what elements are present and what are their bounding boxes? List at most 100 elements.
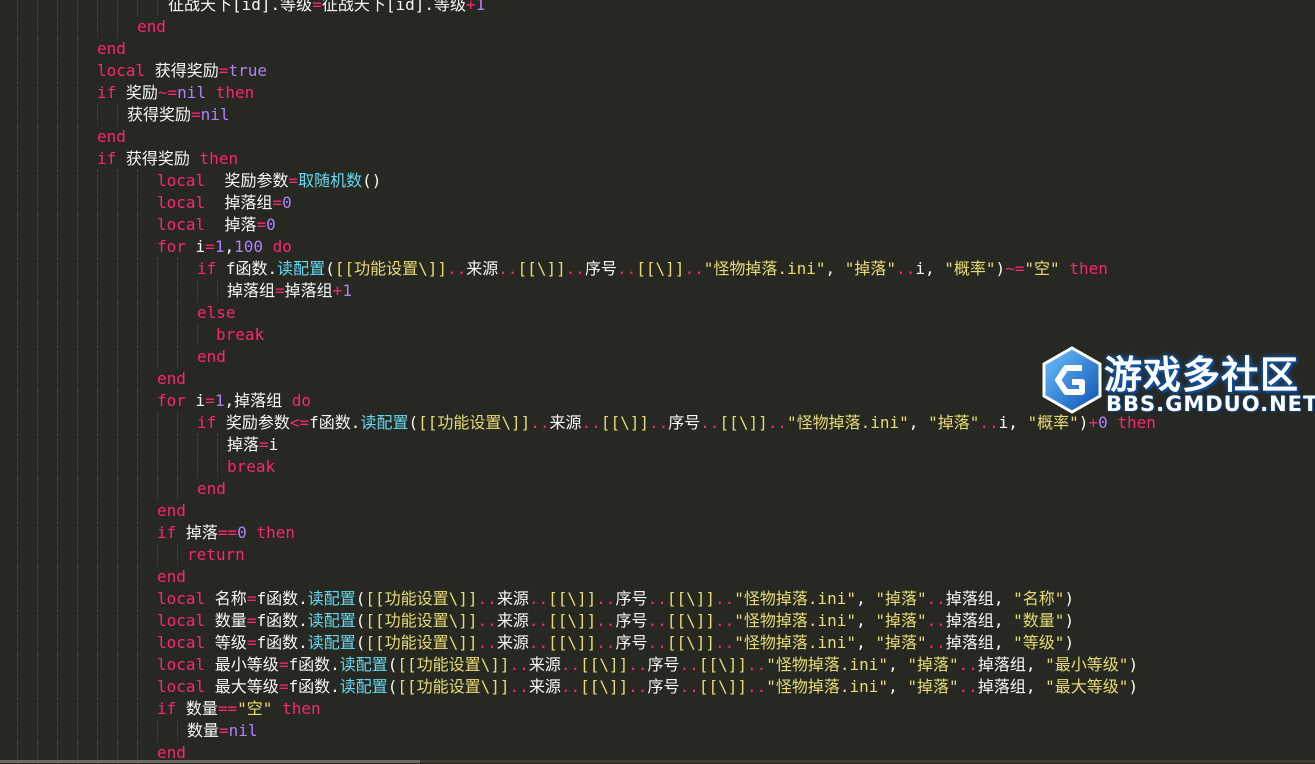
code-token: 来源 bbox=[496, 633, 529, 652]
indent-guide bbox=[157, 346, 158, 368]
indent-guide bbox=[177, 478, 178, 500]
indent-guide bbox=[97, 412, 98, 434]
code-token: i, bbox=[915, 259, 945, 278]
code-line[interactable]: if 数量=="空" then bbox=[0, 698, 1315, 720]
code-line[interactable]: if 奖励~=nil then bbox=[0, 82, 1315, 104]
code-token: break bbox=[216, 325, 265, 344]
indent-guide bbox=[37, 390, 38, 412]
indent-guide bbox=[17, 148, 18, 170]
code-token: 序号 bbox=[615, 611, 648, 630]
code-token: then bbox=[282, 699, 321, 718]
code-token: 0 bbox=[237, 523, 247, 542]
code-token: for bbox=[157, 237, 186, 256]
code-line[interactable]: end bbox=[0, 126, 1315, 148]
code-line[interactable]: end bbox=[0, 478, 1315, 500]
code-line[interactable]: local 最小等级=f函数.读配置([[功能设置\]]..来源..[[\]].… bbox=[0, 654, 1315, 676]
indent-guide bbox=[117, 676, 118, 698]
code-token: 征战天下[id].等级 bbox=[168, 0, 313, 14]
code-token: then bbox=[256, 523, 295, 542]
code-token: ) bbox=[995, 259, 1006, 278]
code-line[interactable]: end bbox=[0, 500, 1315, 522]
code-line[interactable]: end bbox=[0, 566, 1315, 588]
indent-guide bbox=[117, 654, 118, 676]
watermark-title: 游戏多社区 bbox=[1104, 353, 1300, 397]
code-line[interactable]: 数量=nil bbox=[0, 720, 1315, 742]
indent-guide bbox=[17, 566, 18, 588]
indent-guide bbox=[97, 654, 98, 676]
code-line[interactable]: 掉落组=掉落组+1 bbox=[0, 280, 1315, 302]
code-line[interactable]: local 掉落组=0 bbox=[0, 192, 1315, 214]
code-line[interactable]: if 获得奖励 then bbox=[0, 148, 1315, 170]
code-line[interactable]: end bbox=[0, 16, 1315, 38]
indent-guide bbox=[77, 60, 78, 82]
indent-guide bbox=[57, 676, 58, 698]
code-text: if f函数.读配置([[功能设置\]]..来源..[[\]]..序号..[[\… bbox=[197, 258, 1108, 280]
code-token: 取随机数 bbox=[298, 171, 363, 190]
indent-guide bbox=[77, 0, 78, 16]
code-token: 征战天下[id].等级 bbox=[321, 0, 466, 14]
code-line[interactable]: return bbox=[0, 544, 1315, 566]
code-token: , bbox=[908, 413, 929, 432]
code-line[interactable]: local 掉落=0 bbox=[0, 214, 1315, 236]
code-token: local bbox=[157, 633, 206, 652]
code-token: "最大等级" bbox=[1045, 677, 1129, 696]
code-line[interactable]: if f函数.读配置([[功能设置\]]..来源..[[\]]..序号..[[\… bbox=[0, 258, 1315, 280]
code-token: .. bbox=[747, 677, 767, 696]
indent-guide bbox=[117, 192, 118, 214]
code-line[interactable]: local 名称=f函数.读配置([[功能设置\]]..来源..[[\]]..序… bbox=[0, 588, 1315, 610]
indent-guide bbox=[97, 478, 98, 500]
code-line[interactable]: break bbox=[0, 456, 1315, 478]
code-line[interactable]: local 等级=f函数.读配置([[功能设置\]]..来源..[[\]]..序… bbox=[0, 632, 1315, 654]
code-token: .. bbox=[596, 589, 616, 608]
indent-guide bbox=[57, 170, 58, 192]
indent-guide bbox=[57, 126, 58, 148]
indent-guide bbox=[77, 698, 78, 720]
code-token: = bbox=[205, 391, 215, 410]
code-token: "怪物掉落.ini" bbox=[734, 611, 857, 630]
code-token: 掉落组 bbox=[284, 281, 333, 300]
code-token: .. bbox=[509, 677, 529, 696]
indent-guide bbox=[77, 38, 78, 60]
indent-guide bbox=[57, 544, 58, 566]
code-token: local bbox=[157, 589, 206, 608]
code-token: [[功能设置\]] bbox=[397, 677, 510, 696]
code-token: = bbox=[288, 171, 299, 190]
indent-guide bbox=[97, 192, 98, 214]
indent-guide bbox=[57, 38, 58, 60]
code-line[interactable]: local 奖励参数=取随机数() bbox=[0, 170, 1315, 192]
code-token: 读配置 bbox=[307, 633, 356, 652]
code-token: 掉落组, bbox=[945, 589, 1014, 608]
code-line[interactable]: end bbox=[0, 38, 1315, 60]
indent-guide bbox=[17, 698, 18, 720]
indent-guide bbox=[97, 324, 98, 346]
code-line[interactable]: if 掉落==0 then bbox=[0, 522, 1315, 544]
indent-guide bbox=[77, 544, 78, 566]
indent-guide bbox=[137, 566, 138, 588]
indent-guide bbox=[137, 346, 138, 368]
code-line[interactable]: else bbox=[0, 302, 1315, 324]
code-line[interactable]: local 获得奖励=true bbox=[0, 60, 1315, 82]
indent-guide bbox=[37, 522, 38, 544]
indent-guide bbox=[17, 588, 18, 610]
indent-guide bbox=[17, 82, 18, 104]
code-line[interactable]: for i=1,100 do bbox=[0, 236, 1315, 258]
indent-guide bbox=[157, 258, 158, 280]
indent-guide bbox=[97, 368, 98, 390]
code-line[interactable]: 征战天下[id].等级=征战天下[id].等级+1 bbox=[0, 0, 1315, 16]
code-token: = bbox=[278, 677, 289, 696]
code-line[interactable]: local 最大等级=f函数.读配置([[功能设置\]]..来源..[[\]].… bbox=[0, 676, 1315, 698]
code-token: 来源 bbox=[466, 259, 499, 278]
code-token: 掉落 bbox=[176, 523, 218, 542]
code-line[interactable]: 获得奖励=nil bbox=[0, 104, 1315, 126]
code-token: , bbox=[888, 677, 908, 696]
code-token: "怪物掉落.ini" bbox=[734, 633, 857, 652]
code-token: .. bbox=[647, 589, 667, 608]
code-token: .. bbox=[926, 611, 946, 630]
code-line[interactable]: 掉落=i bbox=[0, 434, 1315, 456]
code-line[interactable]: local 数量=f函数.读配置([[功能设置\]]..来源..[[\]]..序… bbox=[0, 610, 1315, 632]
indent-guide bbox=[37, 104, 38, 126]
code-token: f函数. bbox=[216, 259, 278, 278]
code-token: 读配置 bbox=[339, 655, 388, 674]
code-token: then bbox=[215, 83, 255, 102]
